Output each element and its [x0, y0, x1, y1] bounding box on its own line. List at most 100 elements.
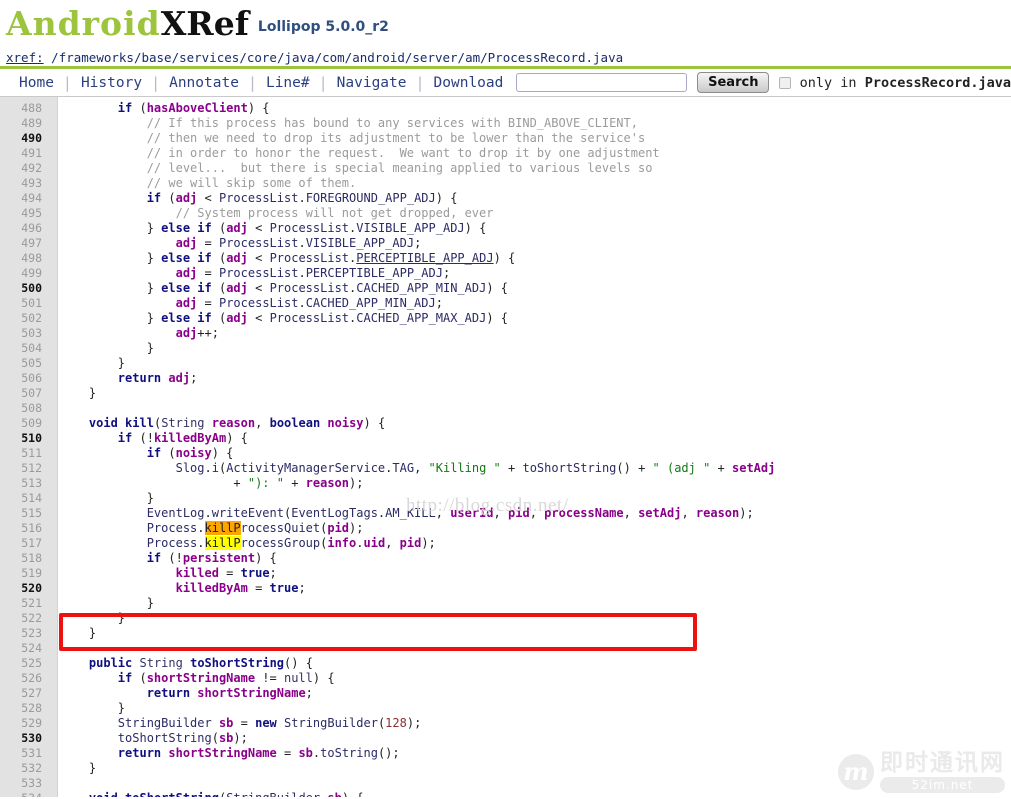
- code-line: 507 }: [0, 386, 1011, 401]
- code-line: 505 }: [0, 356, 1011, 371]
- code-line: 496 } else if (adj < ProcessList.VISIBLE…: [0, 221, 1011, 236]
- code-line-text: }: [60, 761, 97, 775]
- line-number[interactable]: 502: [0, 311, 50, 326]
- logo-xref-text: XRef: [160, 4, 249, 43]
- code-line: 500 } else if (adj < ProcessList.CACHED_…: [0, 281, 1011, 296]
- line-number[interactable]: 518: [0, 551, 50, 566]
- line-number[interactable]: 505: [0, 356, 50, 371]
- code-line-text: if (adj < ProcessList.FOREGROUND_APP_ADJ…: [146, 191, 458, 205]
- code-line-text: }: [60, 611, 126, 625]
- line-number[interactable]: 532: [0, 761, 50, 776]
- line-number[interactable]: 508: [0, 401, 50, 416]
- code-line-text: Process.killProcessQuiet(pid);: [146, 521, 364, 535]
- line-number[interactable]: 506: [0, 371, 50, 386]
- line-number[interactable]: 522: [0, 611, 50, 626]
- code-line: 497 adj = ProcessList.VISIBLE_APP_ADJ;: [0, 236, 1011, 251]
- line-number[interactable]: 523: [0, 626, 50, 641]
- line-number[interactable]: 534: [0, 791, 50, 797]
- line-number[interactable]: 519: [0, 566, 50, 581]
- menu-item-annotate[interactable]: Annotate: [160, 75, 248, 91]
- menu-separator: |: [62, 73, 72, 92]
- code-line-text: StringBuilder sb = new StringBuilder(128…: [117, 716, 422, 730]
- code-line-text: adj = ProcessList.PERCEPTIBLE_APP_ADJ;: [175, 266, 451, 280]
- line-number[interactable]: 490: [0, 131, 50, 146]
- menu-item-history[interactable]: History: [72, 75, 151, 91]
- only-in-filename: ProcessRecord.java: [864, 74, 1011, 91]
- line-number[interactable]: 531: [0, 746, 50, 761]
- menu-item-home[interactable]: Home: [10, 75, 63, 91]
- code-line: 531 return shortStringName = sb.toString…: [0, 746, 1011, 761]
- line-number[interactable]: 495: [0, 206, 50, 221]
- line-number[interactable]: 511: [0, 446, 50, 461]
- code-line-text: void toShortString(StringBuilder sb) {: [50, 791, 364, 797]
- code-line-text: return shortStringName;: [146, 686, 313, 700]
- android-version-label: Lollipop 5.0.0_r2: [257, 19, 389, 35]
- code-viewer[interactable]: 488 if (hasAboveClient) {489 // If this …: [0, 97, 1011, 797]
- line-number[interactable]: 524: [0, 641, 50, 656]
- code-line-text: if (!killedByAm) {: [117, 431, 248, 445]
- line-number[interactable]: 510: [0, 431, 50, 446]
- line-number[interactable]: 503: [0, 326, 50, 341]
- menu-item-download[interactable]: Download: [425, 75, 513, 91]
- search-button[interactable]: Search: [697, 72, 770, 93]
- line-number[interactable]: 500: [0, 281, 50, 296]
- search-input[interactable]: [516, 73, 688, 92]
- source-code[interactable]: 488 if (hasAboveClient) {489 // If this …: [0, 97, 1011, 797]
- code-line-text: }: [60, 701, 126, 715]
- line-number[interactable]: 497: [0, 236, 50, 251]
- line-number[interactable]: 515: [0, 506, 50, 521]
- line-number[interactable]: 488: [0, 101, 50, 116]
- breadcrumb: xref: /frameworks/base/services/core/jav…: [0, 50, 1011, 69]
- line-number[interactable]: 512: [0, 461, 50, 476]
- code-line-text: // System process will not get dropped, …: [175, 206, 494, 220]
- code-line: 512 Slog.i(ActivityManagerService.TAG, "…: [0, 461, 1011, 476]
- code-line: 489 // If this process has bound to any …: [0, 116, 1011, 131]
- line-number[interactable]: 525: [0, 656, 50, 671]
- line-number[interactable]: 499: [0, 266, 50, 281]
- code-line: 499 adj = ProcessList.PERCEPTIBLE_APP_AD…: [0, 266, 1011, 281]
- code-line: 493 // we will skip some of them.: [0, 176, 1011, 191]
- line-number[interactable]: 494: [0, 191, 50, 206]
- xref-path[interactable]: /frameworks/base/services/core/java/com/…: [51, 50, 623, 65]
- line-number[interactable]: 509: [0, 416, 50, 431]
- line-number[interactable]: 496: [0, 221, 50, 236]
- line-number[interactable]: 530: [0, 731, 50, 746]
- line-number[interactable]: 491: [0, 146, 50, 161]
- only-in-file-checkbox[interactable]: [779, 76, 791, 89]
- line-number[interactable]: 521: [0, 596, 50, 611]
- code-line: 488 if (hasAboveClient) {: [0, 101, 1011, 116]
- line-number[interactable]: 520: [0, 581, 50, 596]
- line-number[interactable]: 527: [0, 686, 50, 701]
- line-number[interactable]: 514: [0, 491, 50, 506]
- line-number[interactable]: 507: [0, 386, 50, 401]
- menu-item-line-number[interactable]: Line#: [257, 75, 319, 91]
- line-number[interactable]: 493: [0, 176, 50, 191]
- line-number[interactable]: 492: [0, 161, 50, 176]
- line-number[interactable]: 517: [0, 536, 50, 551]
- line-number[interactable]: 533: [0, 776, 50, 791]
- line-number[interactable]: 489: [0, 116, 50, 131]
- line-number[interactable]: 528: [0, 701, 50, 716]
- menu-item-navigate[interactable]: Navigate: [328, 75, 416, 91]
- line-number[interactable]: 513: [0, 476, 50, 491]
- code-line-text: } else if (adj < ProcessList.CACHED_APP_…: [60, 281, 509, 295]
- code-line: 530 toShortString(sb);: [0, 731, 1011, 746]
- search-match: killP: [204, 536, 241, 550]
- code-line-text: void kill(String reason, boolean noisy) …: [88, 416, 386, 430]
- code-line: 532 }: [0, 761, 1011, 776]
- line-number[interactable]: 516: [0, 521, 50, 536]
- code-line-text: }: [60, 386, 97, 400]
- only-in-file-label: only in ProcessRecord.java: [800, 75, 1011, 91]
- code-line: 508: [0, 401, 1011, 416]
- line-number[interactable]: 529: [0, 716, 50, 731]
- line-number[interactable]: 498: [0, 251, 50, 266]
- line-number[interactable]: 501: [0, 296, 50, 311]
- line-number[interactable]: 526: [0, 671, 50, 686]
- code-line: 522 }: [0, 611, 1011, 626]
- line-number[interactable]: 504: [0, 341, 50, 356]
- code-line-text: }: [60, 491, 154, 505]
- code-line: 513 + "): " + reason);: [0, 476, 1011, 491]
- code-line-text: // level... but there is special meaning…: [146, 161, 653, 175]
